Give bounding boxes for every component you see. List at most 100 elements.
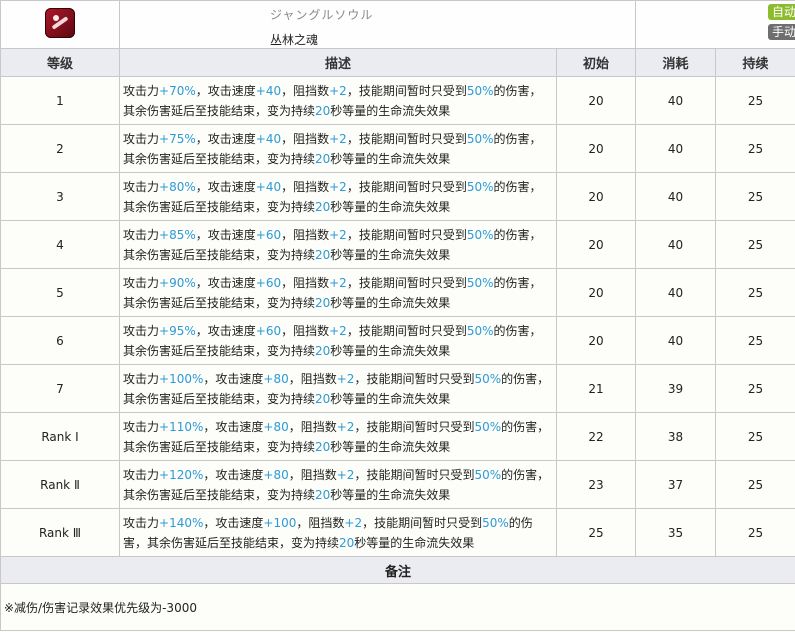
level-cell: 6 [0, 316, 120, 365]
duration-seconds-value: 20 [315, 247, 331, 262]
damage-percent-value: 50% [466, 275, 494, 290]
desc-text: ，攻击速度 [195, 179, 256, 194]
initial-sp-cell: 23 [556, 460, 636, 509]
duration-cell: 25 [715, 172, 795, 221]
initial-sp-cell: 20 [556, 172, 636, 221]
desc-text: 攻击力 [123, 419, 160, 434]
aspd-value: +80 [263, 467, 289, 482]
duration-seconds-value: 20 [315, 199, 331, 214]
description-cell: 攻击力+85%，攻击速度+60，阻挡数+2，技能期间暂时只受到50%的伤害，其余… [119, 220, 557, 269]
skill-emblem-icon [45, 7, 75, 38]
column-header-row: 等级 描述 初始 消耗 持续 [0, 48, 795, 77]
damage-percent-value: 50% [466, 131, 494, 146]
atk-value: +80% [159, 179, 196, 194]
notes-title: 备注 [0, 556, 795, 584]
desc-text: ，阻挡数 [281, 227, 330, 242]
header-level: 等级 [0, 48, 120, 77]
notes-row: ※减伤/伤害记录效果优先级为-3000 [0, 583, 795, 631]
block-value: +2 [329, 275, 347, 290]
initial-sp-cell: 20 [556, 220, 636, 269]
sp-cost-cell: 37 [635, 460, 716, 509]
atk-value: +70% [159, 83, 196, 98]
recovery-type-badge: 自动回复 [768, 4, 795, 20]
desc-text: ，技能期间暂时只受到 [346, 179, 467, 194]
initial-sp-cell: 22 [556, 412, 636, 461]
desc-text: 秒等量的生命流失效果 [330, 247, 451, 262]
desc-text: ，攻击速度 [203, 419, 264, 434]
desc-text: 秒等量的生命流失效果 [330, 343, 451, 358]
initial-sp-cell: 21 [556, 364, 636, 413]
desc-text: 攻击力 [123, 323, 160, 338]
duration-seconds-value: 20 [315, 151, 331, 166]
description-cell: 攻击力+110%，攻击速度+80，阻挡数+2，技能期间暂时只受到50%的伤害，其… [119, 412, 557, 461]
level-cell: Rank Ⅲ [0, 508, 120, 557]
desc-text: ，技能期间暂时只受到 [354, 371, 475, 386]
aspd-value: +40 [255, 131, 282, 146]
block-value: +2 [329, 179, 347, 194]
aspd-value: +40 [255, 179, 282, 194]
desc-text: ，技能期间暂时只受到 [354, 467, 475, 482]
level-cell: 3 [0, 172, 120, 221]
desc-text: 攻击力 [123, 179, 160, 194]
level-cell: 1 [0, 76, 120, 125]
block-value: +2 [329, 83, 347, 98]
sp-cost-cell: 39 [635, 364, 716, 413]
desc-text: ，阻挡数 [288, 419, 337, 434]
atk-value: +85% [159, 227, 196, 242]
block-value: +2 [344, 515, 363, 530]
duration-cell: 25 [715, 268, 795, 317]
atk-value: +140% [159, 515, 204, 530]
header-initial-sp: 初始 [556, 48, 636, 77]
skill-header-row: ジャングルソウル 丛林之魂 自动回复 手动触发 [0, 0, 795, 49]
desc-text: 攻击力 [123, 131, 160, 146]
atk-value: +90% [159, 275, 196, 290]
sp-cost-cell: 40 [635, 172, 716, 221]
duration-seconds-value: 20 [315, 439, 331, 454]
desc-text: ，阻挡数 [288, 467, 337, 482]
level-cell: 5 [0, 268, 120, 317]
initial-sp-cell: 20 [556, 124, 636, 173]
desc-text: ，攻击速度 [195, 227, 256, 242]
desc-text: ，技能期间暂时只受到 [354, 419, 475, 434]
description-cell: 攻击力+80%，攻击速度+40，阻挡数+2，技能期间暂时只受到50%的伤害，其余… [119, 172, 557, 221]
initial-sp-cell: 20 [556, 76, 636, 125]
skill-table: ジャングルソウル 丛林之魂 自动回复 手动触发 等级 描述 初始 消耗 持续 1… [0, 0, 795, 631]
duration-cell: 25 [715, 412, 795, 461]
block-value: +2 [329, 323, 347, 338]
description-cell: 攻击力+70%，攻击速度+40，阻挡数+2，技能期间暂时只受到50%的伤害，其余… [119, 76, 557, 125]
description-cell: 攻击力+100%，攻击速度+80，阻挡数+2，技能期间暂时只受到50%的伤害，其… [119, 364, 557, 413]
level-cell: 4 [0, 220, 120, 269]
duration-cell: 25 [715, 508, 795, 557]
sp-cost-cell: 35 [635, 508, 716, 557]
aspd-value: +60 [255, 323, 282, 338]
sp-cost-cell: 40 [635, 124, 716, 173]
duration-seconds-value: 20 [315, 391, 331, 406]
block-value: +2 [336, 419, 355, 434]
damage-percent-value: 50% [482, 515, 509, 530]
header-description: 描述 [119, 48, 557, 77]
sp-cost-cell: 40 [635, 220, 716, 269]
desc-text: 攻击力 [123, 515, 160, 530]
duration-cell: 25 [715, 460, 795, 509]
desc-text: ，阻挡数 [281, 131, 330, 146]
desc-text: 秒等量的生命流失效果 [330, 199, 451, 214]
table-row: 2 攻击力+75%，攻击速度+40，阻挡数+2，技能期间暂时只受到50%的伤害，其… [0, 124, 795, 173]
desc-text: 秒等量的生命流失效果 [330, 295, 451, 310]
description-cell: 攻击力+95%，攻击速度+60，阻挡数+2，技能期间暂时只受到50%的伤害，其余… [119, 316, 557, 365]
desc-text: ，攻击速度 [195, 323, 256, 338]
table-row: Rank Ⅱ 攻击力+120%，攻击速度+80，阻挡数+2，技能期间暂时只受到50… [0, 460, 795, 509]
damage-percent-value: 50% [466, 179, 494, 194]
initial-sp-cell: 20 [556, 268, 636, 317]
desc-text: ，攻击速度 [195, 131, 256, 146]
description-cell: 攻击力+75%，攻击速度+40，阻挡数+2，技能期间暂时只受到50%的伤害，其余… [119, 124, 557, 173]
header-duration: 持续 [715, 48, 795, 77]
duration-cell: 25 [715, 124, 795, 173]
table-row: 3 攻击力+80%，攻击速度+40，阻挡数+2，技能期间暂时只受到50%的伤害，其… [0, 172, 795, 221]
block-value: +2 [336, 467, 355, 482]
desc-text: 秒等量的生命流失效果 [354, 535, 475, 550]
desc-text: ，技能期间暂时只受到 [346, 323, 467, 338]
desc-text: ，攻击速度 [203, 515, 264, 530]
aspd-value: +100 [263, 515, 297, 530]
duration-cell: 25 [715, 316, 795, 365]
initial-sp-cell: 25 [556, 508, 636, 557]
